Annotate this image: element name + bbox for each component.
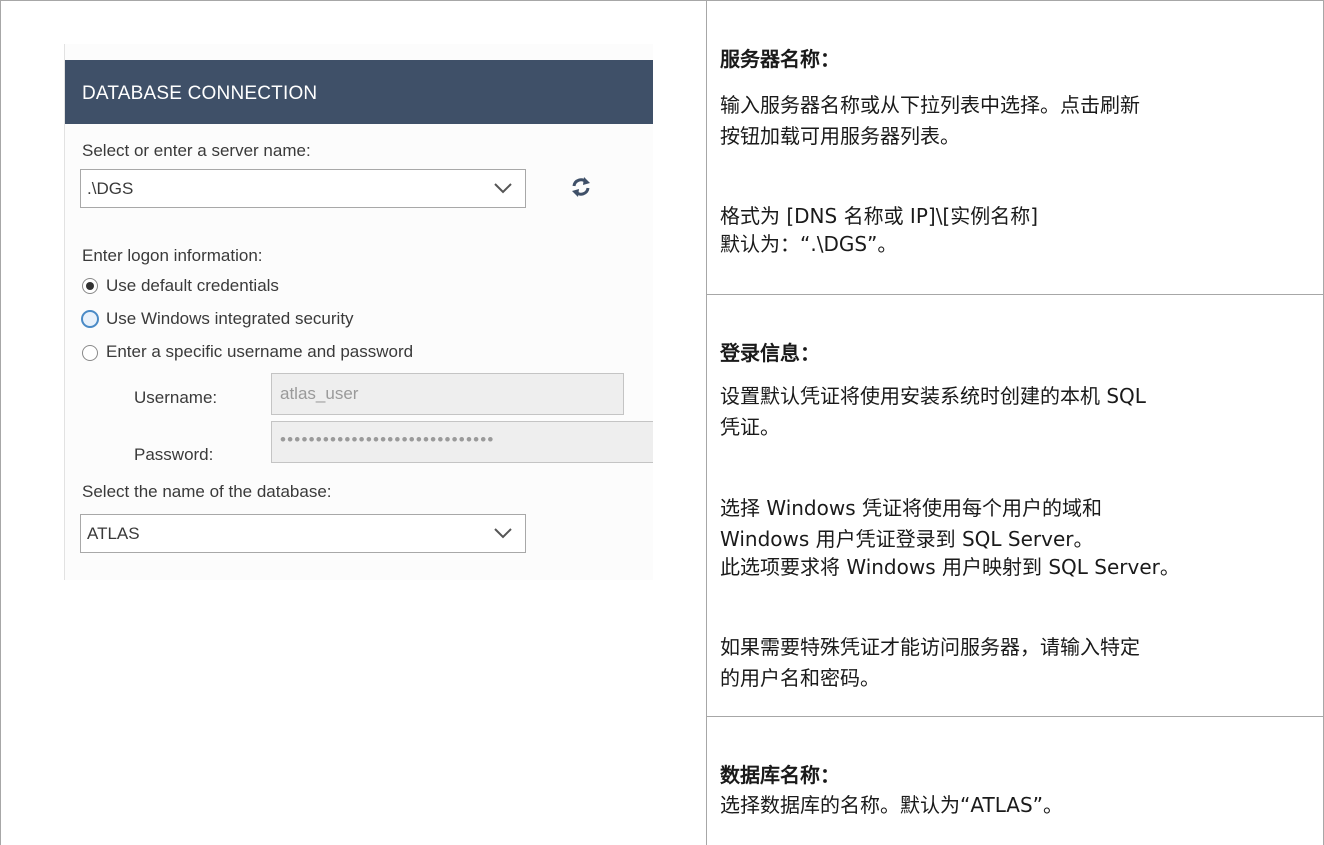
help-server-line4: 默认为：“.\DGS”。 (720, 232, 898, 256)
help-logon-line5: 此选项要求将 Windows 用户映射到 SQL Server。 (720, 555, 1180, 579)
help-logon-line7: 的用户名和密码。 (720, 666, 880, 690)
help-server-line2: 按钮加载可用服务器列表。 (720, 124, 960, 148)
help-database-line1: 选择数据库的名称。默认为“ATLAS”。 (720, 793, 1064, 817)
server-combobox[interactable]: .\DGS (80, 169, 526, 208)
chevron-down-icon (494, 183, 512, 194)
database-label: Select the name of the database: (82, 482, 332, 501)
radio-default-credentials-label[interactable]: Use default credentials (106, 276, 279, 296)
row-divider-1 (706, 294, 1324, 295)
refresh-icon[interactable] (568, 174, 594, 200)
radio-default-credentials[interactable] (82, 278, 98, 294)
help-database-title: 数据库名称： (720, 763, 840, 787)
dialog-title: DATABASE CONNECTION (82, 83, 318, 104)
help-logon-line4: Windows 用户凭证登录到 SQL Server。 (720, 527, 1094, 551)
table-border-top (0, 0, 1324, 1)
radio-specific-credentials[interactable] (82, 345, 98, 361)
database-connection-dialog: DATABASE CONNECTION Select or enter a se… (64, 44, 653, 580)
help-server-line1: 输入服务器名称或从下拉列表中选择。点击刷新 (720, 93, 1140, 117)
radio-windows-security-label[interactable]: Use Windows integrated security (106, 309, 354, 329)
server-value: .\DGS (87, 179, 134, 198)
password-label: Password: (134, 445, 214, 464)
help-logon-line3: 选择 Windows 凭证将使用每个用户的域和 (720, 496, 1102, 520)
database-value: ATLAS (87, 524, 140, 543)
username-label: Username: (134, 388, 218, 407)
dialog-left-edge (64, 44, 65, 580)
table-border-middle (706, 0, 707, 845)
logon-label: Enter logon information: (82, 246, 263, 265)
help-logon-line6: 如果需要特殊凭证才能访问服务器，请输入特定 (720, 635, 1140, 659)
table-border-left (0, 0, 1, 845)
username-value: atlas_user (280, 384, 359, 403)
help-logon-line1: 设置默认凭证将使用安装系统时创建的本机 SQL (720, 384, 1146, 408)
radio-specific-credentials-label[interactable]: Enter a specific username and password (106, 342, 413, 362)
database-combobox[interactable]: ATLAS (80, 514, 526, 553)
radio-windows-security[interactable] (81, 310, 99, 328)
password-value: •••••••••••••••••••••••••••••• (280, 430, 495, 449)
dialog-header: DATABASE CONNECTION (64, 60, 653, 124)
row-divider-2 (706, 716, 1324, 717)
help-logon-title: 登录信息： (720, 341, 820, 365)
chevron-down-icon (494, 528, 512, 539)
help-server-title: 服务器名称： (720, 47, 840, 71)
username-field[interactable]: atlas_user (271, 373, 624, 415)
help-server-line3: 格式为 [DNS 名称或 IP]\[实例名称] (720, 204, 1039, 228)
help-logon-line2: 凭证。 (720, 415, 780, 439)
server-label: Select or enter a server name: (82, 141, 311, 160)
password-field[interactable]: •••••••••••••••••••••••••••••• (271, 421, 653, 463)
